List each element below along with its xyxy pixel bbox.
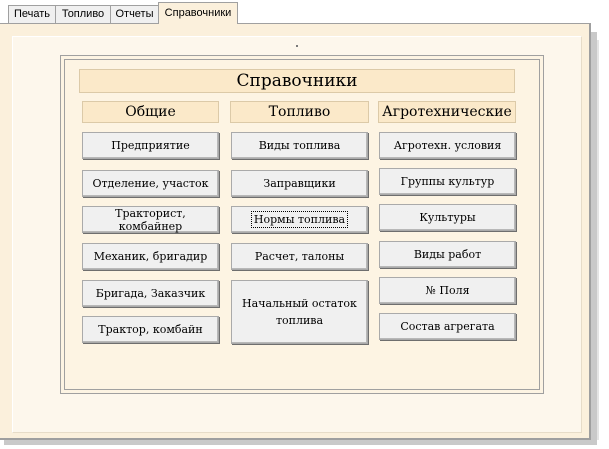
tab-directories[interactable]: Справочники: [158, 2, 238, 24]
column-header-agrotech: Агротехнические: [378, 101, 516, 123]
crops-button[interactable]: Культуры: [379, 204, 516, 231]
tractor-combine-button[interactable]: Трактор, комбайн: [82, 316, 219, 343]
fuel-norms-button[interactable]: Нормы топлива: [231, 206, 368, 233]
tab-divider: [0, 23, 589, 24]
mechanic-button[interactable]: Механик, бригадир: [82, 243, 219, 270]
tab-print[interactable]: Печать: [8, 5, 56, 23]
tab-strip: Печать Топливо Отчеты Справочники: [0, 0, 609, 24]
page-shadow-right-light: [597, 40, 599, 440]
marker-dot: [296, 45, 298, 47]
focus-indicator: Нормы топлива: [250, 211, 349, 228]
refuelers-button[interactable]: Заправщики: [231, 170, 368, 197]
work-types-button[interactable]: Виды работ: [379, 241, 516, 268]
tab-reports[interactable]: Отчеты: [110, 5, 159, 23]
page-shadow-bottom: [4, 440, 597, 445]
brigade-customer-button[interactable]: Бригада, Заказчик: [82, 280, 219, 307]
panel-title: Справочники: [79, 69, 515, 93]
column-header-fuel: Топливо: [230, 101, 369, 123]
tractor-driver-button[interactable]: Тракторист, комбайнер: [82, 206, 219, 233]
calculation-coupons-button[interactable]: Расчет, талоны: [231, 243, 368, 270]
crop-groups-button[interactable]: Группы культур: [379, 168, 516, 195]
field-number-button[interactable]: № Поля: [379, 277, 516, 304]
enterprise-button[interactable]: Предприятие: [82, 132, 219, 159]
agrotech-conditions-button[interactable]: Агротехн. условия: [379, 132, 516, 159]
column-header-general: Общие: [82, 101, 219, 123]
fuel-types-button[interactable]: Виды топлива: [231, 132, 368, 159]
unit-composition-button[interactable]: Состав агрегата: [379, 313, 516, 340]
division-button[interactable]: Отделение, участок: [82, 170, 219, 197]
tab-fuel[interactable]: Топливо: [55, 5, 111, 23]
initial-fuel-balance-button[interactable]: Начальный остаток топлива: [231, 280, 368, 344]
